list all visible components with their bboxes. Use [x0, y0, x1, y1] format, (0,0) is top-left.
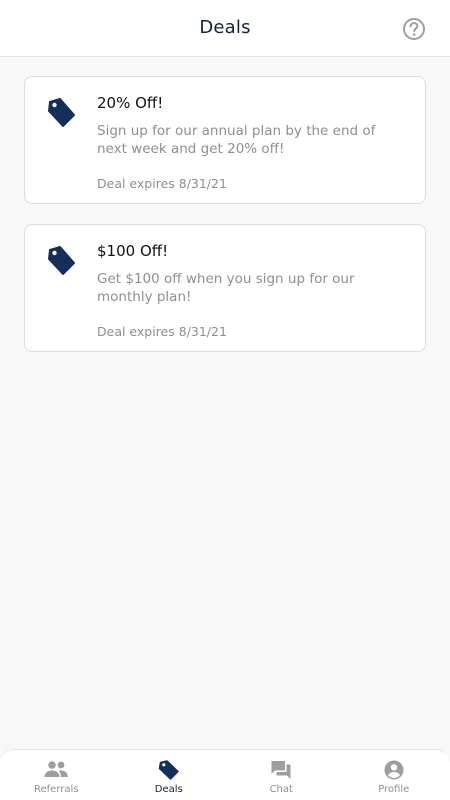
- app-header: Deals: [0, 0, 450, 57]
- help-button[interactable]: [401, 16, 427, 42]
- tag-icon: [48, 98, 75, 127]
- deal-expiry: Deal expires 8/31/21: [97, 324, 227, 339]
- tag-icon: [48, 246, 75, 275]
- account-circle-icon: [384, 760, 404, 780]
- people-icon: [44, 761, 69, 777]
- tab-label: Deals: [154, 784, 183, 795]
- tab-profile[interactable]: Profile: [338, 750, 450, 800]
- deal-card[interactable]: 20% Off! Sign up for our annual plan by …: [24, 76, 426, 204]
- tab-label: Referrals: [34, 784, 79, 795]
- deal-card[interactable]: $100 Off! Get $100 off when you sign up …: [24, 224, 426, 352]
- deal-expiry: Deal expires 8/31/21: [97, 176, 227, 191]
- tab-label: Profile: [378, 784, 410, 795]
- chat-icon: [271, 761, 291, 779]
- deal-title: $100 Off!: [97, 242, 169, 260]
- help-circle-icon: [403, 18, 425, 40]
- deal-description: Sign up for our annual plan by the end o…: [97, 123, 376, 157]
- tab-deals[interactable]: Deals: [113, 750, 226, 800]
- tab-label: Chat: [269, 784, 293, 795]
- deals-list: 20% Off! Sign up for our annual plan by …: [24, 76, 426, 372]
- deal-description: Get $100 off when you sign up for our mo…: [97, 271, 355, 305]
- bottom-tab-bar: Referrals Deals Chat Profile: [0, 749, 450, 800]
- deal-title: 20% Off!: [97, 94, 164, 112]
- tab-chat[interactable]: Chat: [225, 750, 338, 800]
- tab-referrals[interactable]: Referrals: [0, 750, 113, 800]
- deals-screen: Deals 20% Off! Sign up for our annual pl…: [0, 0, 450, 800]
- page-title: Deals: [199, 17, 251, 38]
- tag-icon: [158, 760, 179, 780]
